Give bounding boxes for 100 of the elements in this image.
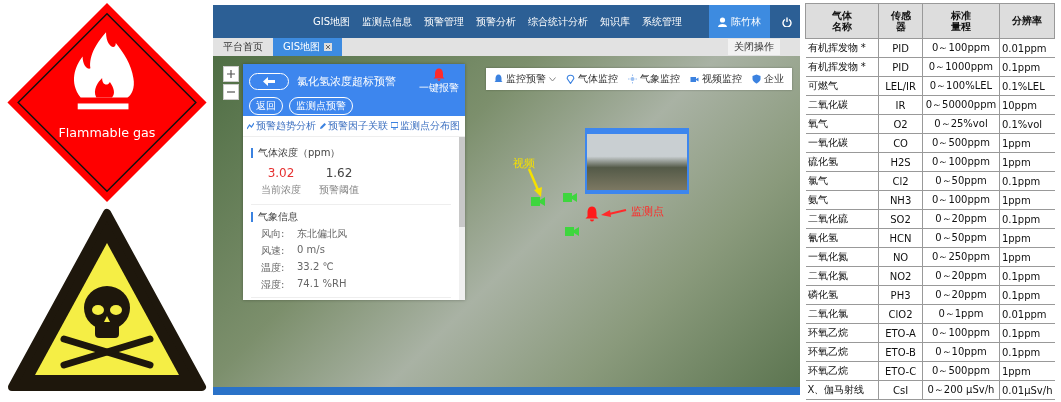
table-cell: CO [878, 133, 923, 153]
weather-label: 湿度: [261, 278, 286, 292]
arrow [601, 208, 627, 218]
location-pin-icon [566, 74, 575, 84]
nav-item[interactable]: 综合统计分析 [528, 14, 589, 29]
video-camera-icon[interactable] [563, 192, 577, 203]
layer-toggle[interactable]: 视频监控 [690, 72, 742, 86]
table-cell: 环氧乙烷 [805, 361, 879, 381]
table-cell: 0～200 μSv/h [922, 380, 1000, 400]
zoom-in-icon[interactable] [223, 66, 239, 82]
tab[interactable]: 平台首页 [213, 38, 273, 56]
layer-toggle[interactable]: 气象监控 [628, 72, 680, 86]
column-header: 传感器 [878, 3, 923, 39]
table-cell: 0～25%vol [922, 114, 1000, 134]
power-icon[interactable] [782, 16, 792, 27]
panel-link[interactable]: 预警趋势分析 [247, 119, 316, 133]
weather-value: 33.2 ℃ [297, 261, 334, 274]
table-cell: 1ppm [999, 190, 1055, 210]
table-cell: 0.1ppm [999, 342, 1055, 362]
table-cell: 1ppm [999, 133, 1055, 153]
table-cell: 0.1ppm [999, 323, 1055, 343]
zoom-out-icon[interactable] [223, 84, 239, 100]
table-cell: 0.1%vol [999, 114, 1055, 134]
table-cell: O2 [878, 114, 923, 134]
table-cell: 磷化氢 [805, 285, 879, 305]
video-camera-icon[interactable] [531, 196, 545, 207]
table-cell: ETO-A [878, 323, 923, 343]
table-cell: 二氧化氯 [805, 304, 879, 324]
map-label: 监测点 [631, 204, 664, 219]
section-title: 气体浓度（ppm） [258, 146, 341, 160]
table-cell: 1ppm [999, 228, 1055, 248]
table-cell: 0～500ppm [922, 361, 1000, 381]
panel-link[interactable]: 预警因子关联 [319, 119, 388, 133]
weather-value: 东北偏北风 [297, 227, 347, 241]
reading-value: 3.02 [267, 166, 295, 180]
video-camera-icon[interactable] [565, 226, 579, 237]
table-cell: 二氧化氮 [805, 266, 879, 286]
user-name: 陈竹林 [731, 14, 761, 29]
table-cell: 0～1ppm [922, 304, 1000, 324]
table-cell: LEL/IR [878, 76, 923, 96]
layer-toggle[interactable]: 气体监控 [566, 72, 618, 86]
table-cell: 0.1ppm [999, 209, 1055, 229]
table-cell: PID [878, 57, 923, 77]
table-cell: 一氧化碳 [805, 133, 879, 153]
table-cell: 氯气 [805, 171, 879, 191]
weather-label: 风速: [261, 244, 286, 258]
close-operations-button[interactable]: 关闭操作 [728, 39, 780, 55]
table-cell: 10ppm [999, 95, 1055, 115]
close-icon[interactable] [324, 43, 333, 51]
nav-item[interactable]: GIS地图 [313, 14, 351, 29]
shield-icon [752, 74, 761, 84]
table-cell: 氰化氢 [805, 228, 879, 248]
nav-item[interactable]: 系统管理 [642, 14, 683, 29]
table-cell: 一氧化氮 [805, 247, 879, 267]
table-cell: PH3 [878, 285, 923, 305]
table-cell: CsI [878, 380, 923, 400]
tab[interactable]: GIS地图 [273, 38, 343, 56]
table-cell: 0～250ppm [922, 247, 1000, 267]
table-cell: 0～20ppm [922, 209, 1000, 229]
table-cell: 0.01ppm [999, 38, 1055, 58]
user-button[interactable]: 陈竹林 [709, 5, 770, 38]
layer-toggle[interactable]: 监控预警 [494, 72, 556, 86]
table-cell: 0～20ppm [922, 285, 1000, 305]
layer-toggle[interactable]: 企业 [752, 72, 784, 86]
table-cell: ETO-C [878, 361, 923, 381]
map-label: 视频 [513, 156, 535, 171]
table-cell: PID [878, 38, 923, 58]
column-header: 气体名称 [805, 3, 879, 39]
table-cell: 环氧乙烷 [805, 323, 879, 343]
panel-link[interactable]: 监测点分布图 [391, 119, 460, 133]
table-cell: 二氧化碳 [805, 95, 879, 115]
table-cell: 0～100%LEL [922, 76, 1000, 96]
section-title: 气象信息 [258, 210, 298, 224]
nav-item[interactable]: 监测点信息 [362, 14, 413, 29]
table-cell: HCN [878, 228, 923, 248]
weather-label: 温度: [261, 261, 286, 275]
nav-item[interactable]: 预警管理 [424, 14, 465, 29]
bell-icon[interactable] [433, 68, 445, 81]
bell-icon[interactable] [585, 206, 599, 222]
table-cell: 环氧乙烷 [805, 342, 879, 362]
weather-value: 0 m/s [297, 244, 325, 257]
table-cell: 0.1ppm [999, 171, 1055, 191]
table-cell: X、伽马射线 [805, 380, 879, 400]
scrollbar[interactable] [459, 137, 465, 300]
column-header: 标准量程 [922, 3, 1000, 39]
table-cell: ClO2 [878, 304, 923, 324]
table-cell: ETO-B [878, 342, 923, 362]
panel-title: 氯化氢浓度超标预警 [297, 74, 396, 89]
alarm-label[interactable]: 一键报警 [419, 81, 459, 95]
table-cell: 有机挥发物 * [805, 38, 879, 58]
bell-icon [494, 74, 503, 84]
nav-item[interactable]: 知识库 [600, 14, 631, 29]
nav-item[interactable]: 预警分析 [476, 14, 517, 29]
table-cell: NH3 [878, 190, 923, 210]
table-cell: 0.1ppm [999, 266, 1055, 286]
table-cell: 0～100ppm [922, 152, 1000, 172]
table-cell: 0～100ppm [922, 323, 1000, 343]
sun-icon [628, 74, 637, 84]
monitor-icon [391, 122, 398, 130]
table-cell: 0.1ppm [999, 285, 1055, 305]
